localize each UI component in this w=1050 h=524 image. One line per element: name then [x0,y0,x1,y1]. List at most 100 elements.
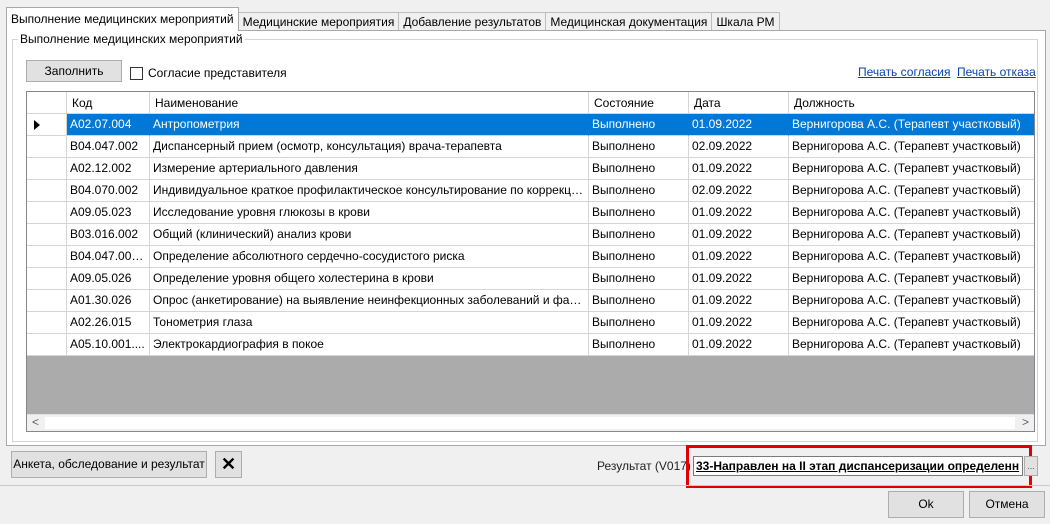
cell-name[interactable]: Антропометрия [150,114,589,136]
tab-medical-events-execution[interactable]: Выполнение медицинских мероприятий [6,7,239,31]
cell-state[interactable]: Выполнено [589,136,689,158]
cell-date[interactable]: 01.09.2022 [689,268,789,290]
row-selector[interactable] [27,202,67,224]
table-row[interactable]: B03.016.002 Общий (клинический) анализ кр… [27,224,1034,246]
row-selector[interactable] [27,246,67,268]
row-selector[interactable] [27,312,67,334]
cell-position[interactable]: Вернигорова А.С. (Терапевт участковый) [789,180,1034,202]
cell-code[interactable]: A05.10.001.... [67,334,150,356]
cell-name[interactable]: Определение абсолютного сердечно-сосудис… [150,246,589,268]
cell-date[interactable]: 01.09.2022 [689,334,789,356]
print-consent-link[interactable]: Печать согласия [858,65,950,79]
cell-date[interactable]: 01.09.2022 [689,224,789,246]
cell-state[interactable]: Выполнено [589,290,689,312]
clear-icon[interactable]: ✕ [215,451,242,478]
cell-name[interactable]: Диспансерный прием (осмотр, консультация… [150,136,589,158]
cell-state[interactable]: Выполнено [589,334,689,356]
cell-position[interactable]: Вернигорова А.С. (Терапевт участковый) [789,136,1034,158]
tab-medical-events[interactable]: Медицинские мероприятия [237,12,400,31]
cell-code[interactable]: B04.070.002 [67,180,150,202]
fill-button[interactable]: Заполнить [26,60,122,82]
table-row[interactable]: A01.30.026 Опрос (анкетирование) на выявл… [27,290,1034,312]
table-row[interactable]: A02.12.002 Измерение артериального давлен… [27,158,1034,180]
cell-date[interactable]: 01.09.2022 [689,246,789,268]
cell-code[interactable]: A01.30.026 [67,290,150,312]
tab-medical-documents[interactable]: Медицинская документация [545,12,713,31]
cell-state[interactable]: Выполнено [589,180,689,202]
cell-position[interactable]: Вернигорова А.С. (Терапевт участковый) [789,290,1034,312]
row-selector[interactable] [27,136,67,158]
table-row[interactable]: B04.070.002 Индивидуальное краткое профил… [27,180,1034,202]
table-row[interactable]: A02.07.004 Антропометрия Выполнено 01.09.20… [27,114,1034,136]
cell-state[interactable]: Выполнено [589,158,689,180]
cell-code[interactable]: A02.12.002 [67,158,150,180]
representative-consent-checkbox[interactable]: Согласие представителя [130,66,287,80]
row-selector[interactable] [27,334,67,356]
cancel-button[interactable]: Отмена [969,491,1045,518]
result-field[interactable]: 33-Направлен на II этап диспансеризации … [693,456,1023,476]
cell-code[interactable]: B03.016.002 [67,224,150,246]
cell-position[interactable]: Вернигорова А.С. (Терапевт участковый) [789,312,1034,334]
cell-code[interactable]: A09.05.026 [67,268,150,290]
header-code[interactable]: Код [67,92,150,114]
ok-button[interactable]: Ok [888,491,964,518]
table-row[interactable]: B04.047.002... Определение абсолютного се… [27,246,1034,268]
tab-add-results[interactable]: Добавление результатов [398,12,547,31]
row-selector[interactable] [27,114,67,136]
print-refusal-link[interactable]: Печать отказа [957,65,1036,79]
cell-name[interactable]: Опрос (анкетирование) на выявление неинф… [150,290,589,312]
cell-position[interactable]: Вернигорова А.С. (Терапевт участковый) [789,202,1034,224]
row-selector[interactable] [27,180,67,202]
table-row[interactable]: A05.10.001.... Электрокардиография в поко… [27,334,1034,356]
cell-date[interactable]: 01.09.2022 [689,290,789,312]
cell-position[interactable]: Вернигорова А.С. (Терапевт участковый) [789,246,1034,268]
cell-name[interactable]: Общий (клинический) анализ крови [150,224,589,246]
cell-state[interactable]: Выполнено [589,224,689,246]
checkbox-box[interactable] [130,66,143,80]
events-grid[interactable]: Код Наименование Состояние Дата Должност… [26,91,1035,432]
header-name[interactable]: Наименование [150,92,589,114]
row-selector[interactable] [27,290,67,312]
header-position[interactable]: Должность [789,92,1034,114]
cell-date[interactable]: 01.09.2022 [689,114,789,136]
cell-code[interactable]: B04.047.002 [67,136,150,158]
cell-name[interactable]: Тонометрия глаза [150,312,589,334]
cell-name[interactable]: Определение уровня общего холестерина в … [150,268,589,290]
table-row[interactable]: A02.26.015 Тонометрия глаза Выполнено 01.09… [27,312,1034,334]
cell-name[interactable]: Исследование уровня глюкозы в крови [150,202,589,224]
cell-position[interactable]: Вернигорова А.С. (Терапевт участковый) [789,334,1034,356]
cell-state[interactable]: Выполнено [589,202,689,224]
row-selector[interactable] [27,158,67,180]
cell-code[interactable]: A09.05.023 [67,202,150,224]
cell-state[interactable]: Выполнено [589,268,689,290]
cell-name[interactable]: Измерение артериального давления [150,158,589,180]
cell-date[interactable]: 01.09.2022 [689,158,789,180]
cell-name[interactable]: Индивидуальное краткое профилактическое … [150,180,589,202]
row-selector[interactable] [27,224,67,246]
table-row[interactable]: B04.047.002 Диспансерный прием (осмотр, к… [27,136,1034,158]
table-row[interactable]: A09.05.023 Исследование уровня глюкозы в … [27,202,1034,224]
cell-code[interactable]: A02.26.015 [67,312,150,334]
survey-exam-result-button[interactable]: Анкета, обследование и результат [11,451,207,478]
scroll-thumb[interactable] [45,417,1015,429]
cell-position[interactable]: Вернигорова А.С. (Терапевт участковый) [789,268,1034,290]
tab-rm-scale[interactable]: Шкала РМ [711,12,780,31]
cell-state[interactable]: Выполнено [589,312,689,334]
cell-date[interactable]: 01.09.2022 [689,202,789,224]
table-row[interactable]: A09.05.026 Определение уровня общего холе… [27,268,1034,290]
cell-state[interactable]: Выполнено [589,114,689,136]
cell-code[interactable]: A02.07.004 [67,114,150,136]
cell-code[interactable]: B04.047.002... [67,246,150,268]
cell-position[interactable]: Вернигорова А.С. (Терапевт участковый) [789,224,1034,246]
cell-date[interactable]: 02.09.2022 [689,136,789,158]
result-dropdown-button[interactable]: ... [1024,456,1038,476]
scroll-left-icon[interactable]: < [27,415,44,431]
header-state[interactable]: Состояние [589,92,689,114]
cell-position[interactable]: Вернигорова А.С. (Терапевт участковый) [789,114,1034,136]
horizontal-scrollbar[interactable]: < > [27,414,1034,431]
cell-position[interactable]: Вернигорова А.С. (Терапевт участковый) [789,158,1034,180]
cell-name[interactable]: Электрокардиография в покое [150,334,589,356]
cell-date[interactable]: 01.09.2022 [689,312,789,334]
scroll-right-icon[interactable]: > [1017,415,1034,431]
row-selector[interactable] [27,268,67,290]
